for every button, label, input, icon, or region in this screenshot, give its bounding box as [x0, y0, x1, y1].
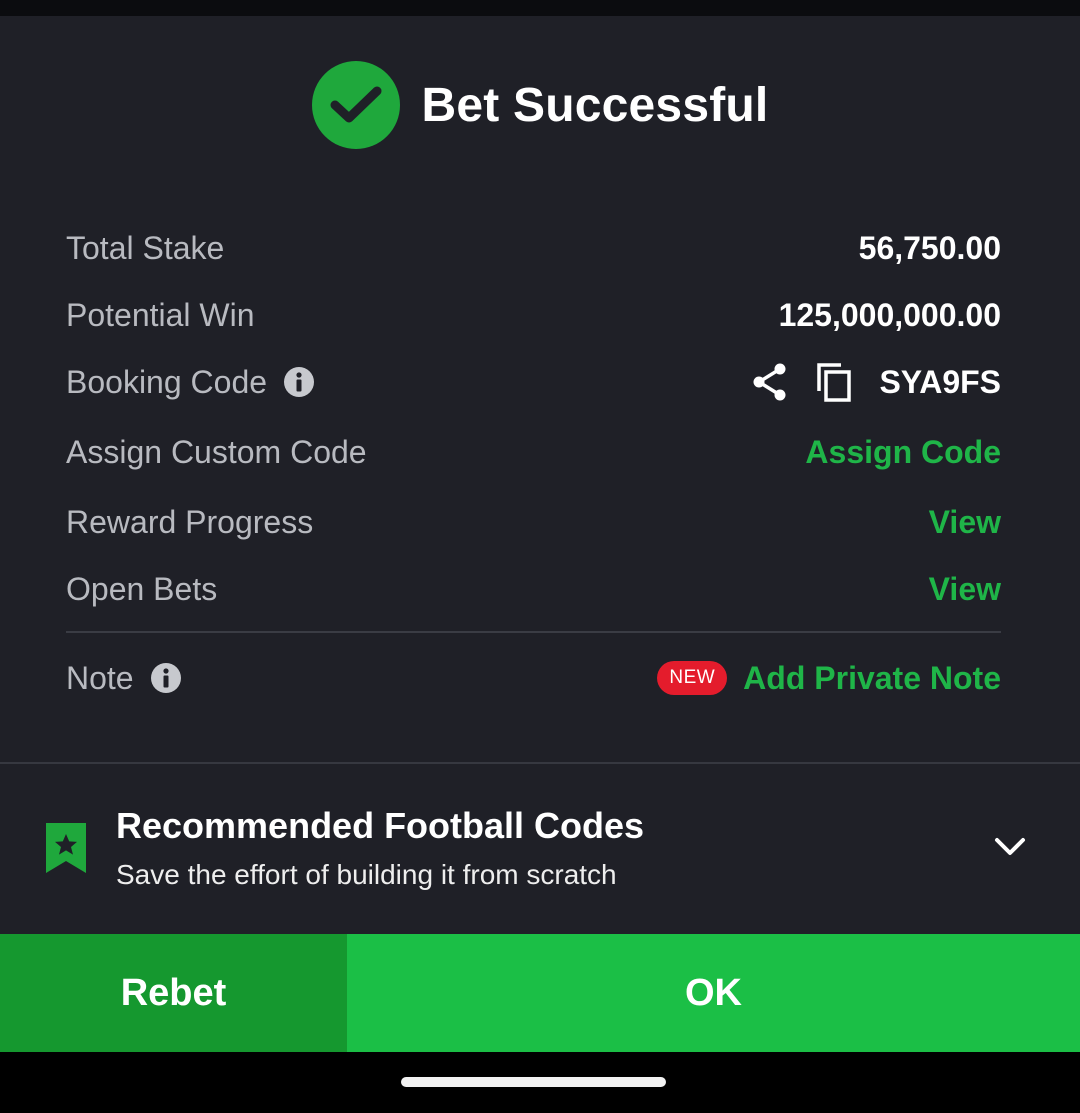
potential-win-value: 125,000,000.00	[778, 296, 1001, 333]
note-action-group: NEW Add Private Note	[657, 660, 1001, 697]
note-label: Note	[66, 659, 134, 696]
new-badge: NEW	[657, 661, 728, 695]
booking-code-label: Booking Code	[66, 363, 268, 400]
booking-code-value-group: SYA9FS	[751, 361, 1001, 403]
share-icon[interactable]	[751, 362, 789, 402]
divider	[66, 631, 1001, 633]
recommended-subtitle: Save the effort of building it from scra…	[116, 859, 617, 890]
custom-code-label: Assign Custom Code	[66, 433, 367, 470]
recommended-title: Recommended Football Codes	[116, 805, 645, 846]
header: Bet Successful	[0, 60, 1080, 150]
reward-progress-view-link[interactable]: View	[929, 504, 1001, 541]
note-label-group: Note	[66, 660, 182, 697]
bookmark-star-icon	[46, 823, 86, 878]
total-stake-row: Total Stake 56,750.00	[66, 224, 1001, 272]
open-bets-view-link[interactable]: View	[929, 571, 1001, 608]
potential-win-label: Potential Win	[66, 296, 255, 333]
section-divider	[0, 762, 1080, 764]
open-bets-label: Open Bets	[66, 570, 218, 607]
reward-progress-label: Reward Progress	[66, 503, 314, 540]
info-icon[interactable]	[283, 366, 315, 398]
reward-progress-row: Reward Progress View	[66, 498, 1001, 546]
ok-button[interactable]: OK	[347, 934, 1080, 1052]
potential-win-row: Potential Win 125,000,000.00	[66, 291, 1001, 339]
total-stake-label: Total Stake	[66, 229, 225, 266]
status-strip	[0, 0, 1080, 16]
total-stake-value: 56,750.00	[858, 229, 1001, 266]
info-icon[interactable]	[150, 662, 182, 694]
copy-icon[interactable]	[815, 361, 853, 403]
booking-code-label-group: Booking Code	[66, 364, 315, 401]
check-circle-icon	[311, 61, 400, 149]
chevron-down-icon[interactable]	[992, 835, 1028, 864]
booking-code-row: Booking Code SYA9FS	[66, 358, 1001, 406]
booking-code-value: SYA9FS	[879, 363, 1001, 400]
add-private-note-link[interactable]: Add Private Note	[743, 660, 1001, 697]
page-title: Bet Successful	[421, 78, 769, 132]
home-indicator[interactable]	[401, 1077, 666, 1087]
assign-code-link[interactable]: Assign Code	[805, 434, 1001, 471]
recommended-codes-panel[interactable]: Recommended Football Codes Save the effo…	[0, 795, 1080, 905]
rebet-button[interactable]: Rebet	[0, 934, 347, 1052]
system-nav-bar	[0, 1052, 1080, 1113]
custom-code-row: Assign Custom Code Assign Code	[66, 428, 1001, 476]
note-row: Note NEW Add Private Note	[66, 654, 1001, 702]
open-bets-row: Open Bets View	[66, 565, 1001, 613]
